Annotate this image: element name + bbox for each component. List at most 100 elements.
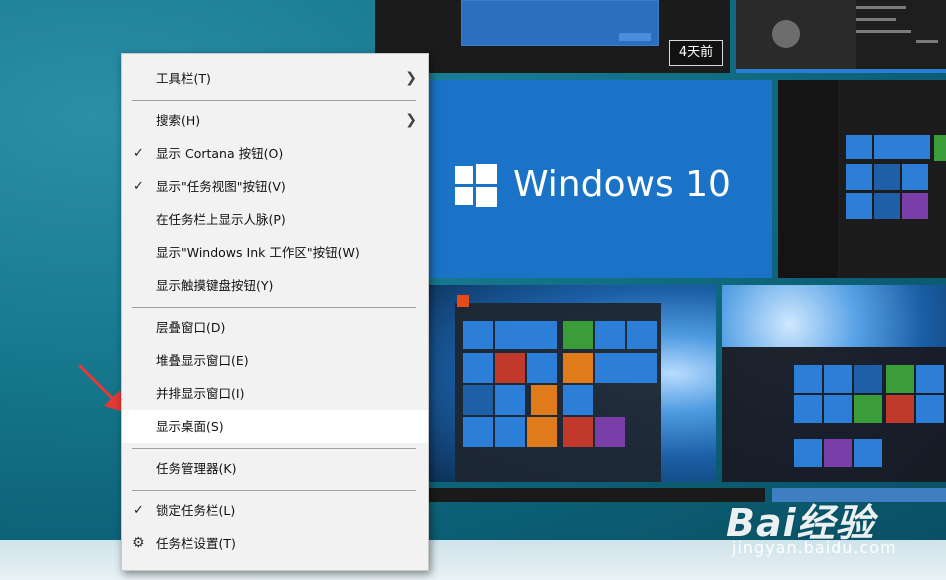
tile	[463, 385, 493, 415]
menu-item-label: 层叠窗口(D)	[156, 320, 226, 335]
menu-item-show-cortana[interactable]: ✓ 显示 Cortana 按钮(O)	[122, 137, 428, 170]
tile	[563, 417, 593, 447]
menu-item-show-task-view[interactable]: ✓ 显示"任务视图"按钮(V)	[122, 170, 428, 203]
menu-item-label: 搜索(H)	[156, 113, 201, 128]
menu-item-label: 工具栏(T)	[156, 71, 211, 86]
menu-item-label: 在任务栏上显示人脉(P)	[156, 212, 286, 227]
chat-line	[856, 18, 896, 21]
menu-item-label: 显示"Windows Ink 工作区"按钮(W)	[156, 245, 360, 260]
time-badge: 4天前	[669, 40, 723, 66]
tile	[794, 395, 822, 423]
thumbnail-start-menu	[778, 80, 946, 278]
menu-item-label: 锁定任务栏(L)	[156, 503, 236, 518]
tile	[874, 164, 900, 190]
chevron-right-icon: ❯	[405, 70, 417, 86]
checkmark-icon: ✓	[133, 146, 144, 161]
chat-avatar	[772, 20, 800, 48]
chat-line	[856, 30, 911, 33]
menu-separator	[132, 100, 416, 101]
menu-item-show-windows-ink[interactable]: 显示"Windows Ink 工作区"按钮(W)	[122, 236, 428, 269]
tile	[916, 365, 944, 393]
menu-item-label: 显示 Cortana 按钮(O)	[156, 146, 284, 161]
tile	[916, 395, 944, 423]
tile	[886, 395, 914, 423]
menu-item-toolbars[interactable]: 工具栏(T) ❯	[122, 62, 428, 95]
thumbnail-dialog-button	[619, 33, 651, 41]
checkmark-icon: ✓	[133, 179, 144, 194]
menu-item-task-manager[interactable]: 任务管理器(K)	[122, 452, 428, 485]
chat-accent-bar	[736, 69, 946, 73]
tile	[495, 417, 525, 447]
mi-logo-icon	[457, 295, 469, 307]
tile	[854, 365, 882, 393]
menu-item-label: 堆叠显示窗口(E)	[156, 353, 249, 368]
tile	[874, 193, 900, 219]
menu-item-show-touch-keyboard[interactable]: 显示触摸键盘按钮(Y)	[122, 269, 428, 302]
thumbnail-start-menu-large	[427, 285, 716, 482]
tile	[902, 164, 928, 190]
menu-item-label: 任务管理器(K)	[156, 461, 237, 476]
menu-item-taskbar-settings[interactable]: ⚙ 任务栏设置(T)	[122, 527, 428, 560]
menu-item-label: 并排显示窗口(I)	[156, 386, 245, 401]
watermark-url: jingyan.baidu.com	[732, 538, 897, 557]
tile	[846, 193, 872, 219]
tile	[854, 439, 882, 467]
tile	[794, 365, 822, 393]
tile	[531, 385, 557, 415]
tile	[824, 395, 852, 423]
tile	[595, 417, 625, 447]
tile	[846, 164, 872, 190]
menu-item-show-people[interactable]: 在任务栏上显示人脉(P)	[122, 203, 428, 236]
tile	[527, 353, 557, 383]
tile	[463, 321, 493, 349]
tile	[495, 385, 525, 415]
thumbnail-strip	[427, 488, 765, 502]
menu-item-label: 显示"任务视图"按钮(V)	[156, 179, 286, 194]
tile	[495, 321, 557, 349]
tile	[874, 135, 930, 159]
tile	[886, 365, 914, 393]
menu-item-label: 任务栏设置(T)	[156, 536, 236, 551]
menu-item-label: 显示桌面(S)	[156, 419, 224, 434]
tile	[934, 135, 946, 161]
menu-separator	[132, 448, 416, 449]
tile	[463, 353, 493, 383]
taskbar-context-menu: 工具栏(T) ❯ 搜索(H) ❯ ✓ 显示 Cortana 按钮(O) ✓ 显示…	[121, 53, 429, 571]
windows-logo-text: Windows 10	[513, 164, 731, 205]
thumbnail-start-menu-alt	[722, 285, 946, 482]
thumbnail-windows-logo: Windows 10	[427, 80, 772, 278]
tile	[563, 353, 593, 383]
chevron-right-icon: ❯	[405, 112, 417, 128]
chat-line	[856, 6, 906, 9]
menu-item-stack-windows[interactable]: 堆叠显示窗口(E)	[122, 344, 428, 377]
tile	[846, 135, 872, 159]
menu-item-search[interactable]: 搜索(H) ❯	[122, 104, 428, 137]
tile	[527, 417, 557, 447]
menu-item-show-desktop[interactable]: 显示桌面(S)	[122, 410, 428, 443]
menu-item-cascade-windows[interactable]: 层叠窗口(D)	[122, 311, 428, 344]
checkmark-icon: ✓	[133, 503, 144, 518]
menu-separator	[132, 307, 416, 308]
menu-item-side-by-side-windows[interactable]: 并排显示窗口(I)	[122, 377, 428, 410]
tile	[495, 353, 525, 383]
menu-separator	[132, 490, 416, 491]
tile	[563, 321, 593, 349]
tile	[902, 193, 928, 219]
gear-icon: ⚙	[132, 535, 145, 551]
tile	[595, 353, 657, 383]
tile	[854, 395, 882, 423]
tile	[595, 321, 625, 349]
tile	[794, 439, 822, 467]
windows-logo-icon	[455, 164, 497, 207]
menu-item-lock-taskbar[interactable]: ✓ 锁定任务栏(L)	[122, 494, 428, 527]
menu-item-label: 显示触摸键盘按钮(Y)	[156, 278, 274, 293]
tile	[563, 385, 593, 415]
tile	[824, 439, 852, 467]
thumbnail-chat	[736, 0, 946, 73]
tile	[463, 417, 493, 447]
chat-line	[916, 40, 938, 43]
baidu-jingyan-watermark: Bai经验 jingyan.baidu.com	[726, 482, 946, 572]
tile	[824, 365, 852, 393]
tile	[627, 321, 657, 349]
start-menu-list	[778, 80, 838, 278]
